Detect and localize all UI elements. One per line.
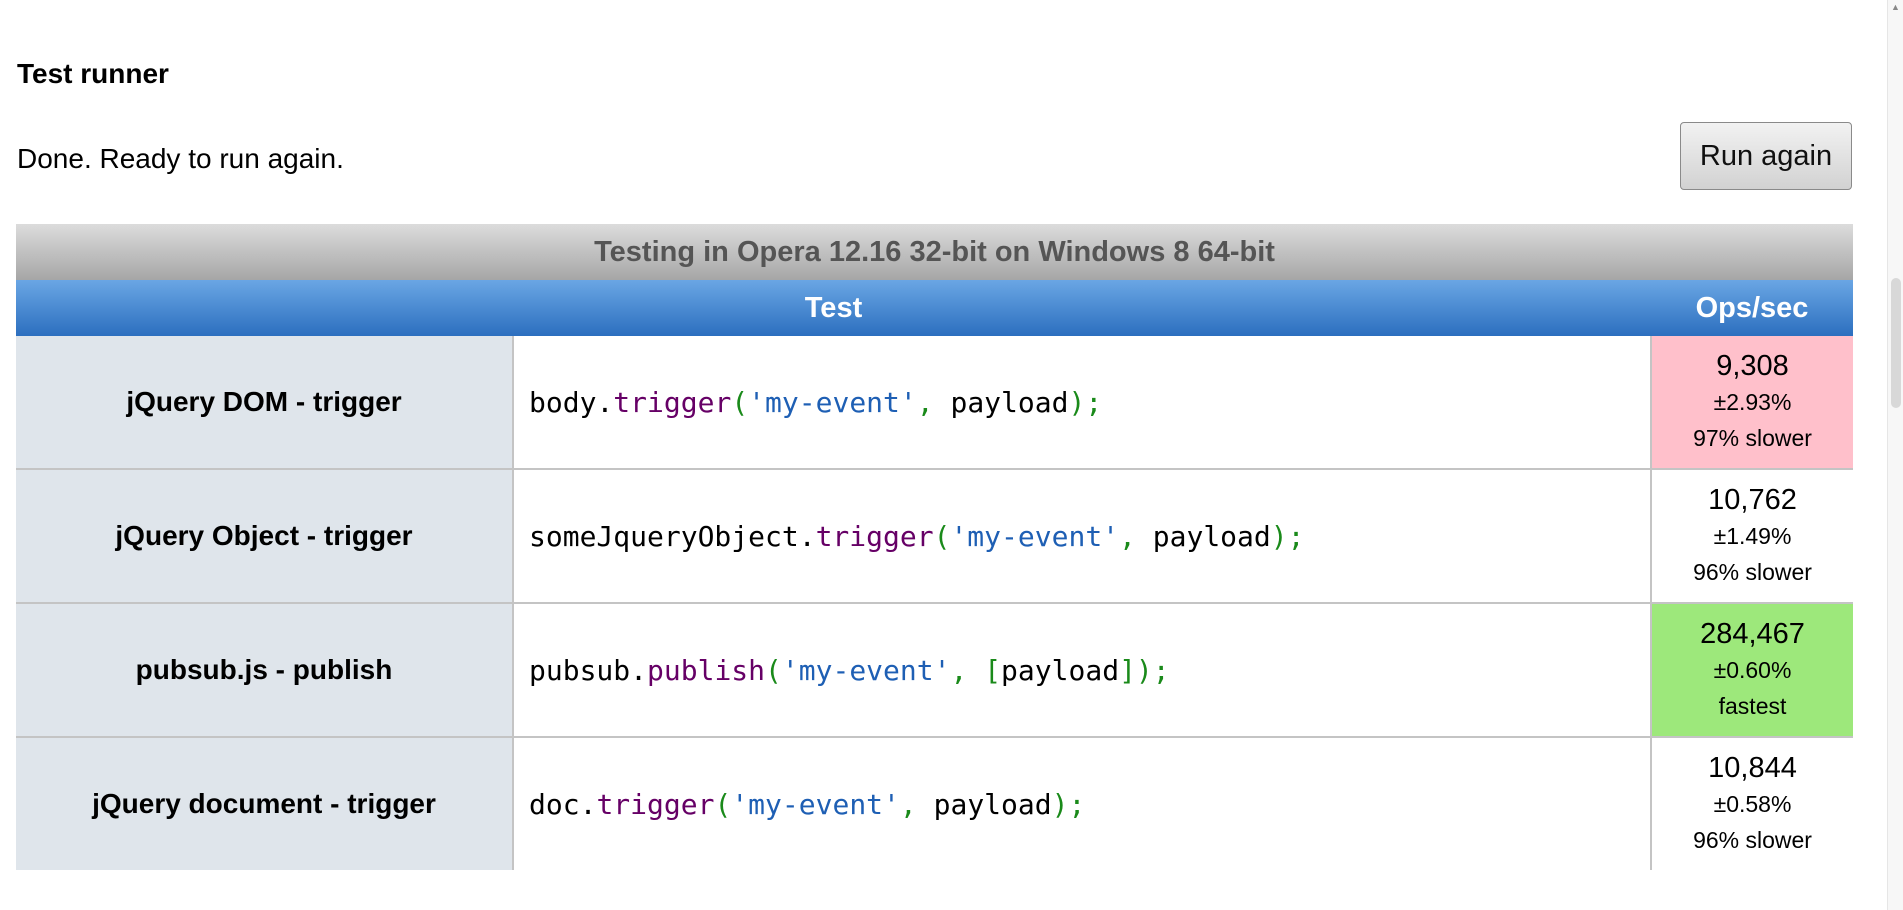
ops-value: 284,467 (1700, 618, 1805, 650)
code-token: , (916, 385, 951, 419)
ops-value: 10,844 (1708, 752, 1797, 784)
ops-error: ±0.58% (1713, 791, 1792, 817)
code-token: ); (1270, 519, 1305, 553)
code-token: publish (647, 653, 766, 687)
results-header-row: Test Ops/sec (16, 280, 1854, 336)
code-snippet: body.trigger('my-event', payload); (529, 386, 1102, 419)
code-token: body (529, 385, 597, 419)
ops-cell: 10,762 ±1.49% 96% slower (1651, 469, 1854, 604)
status-text: Done. Ready to run again. (17, 143, 344, 174)
code-token: 'my-event' (950, 519, 1120, 553)
code-token: , (899, 787, 934, 821)
code-token: pubsub (529, 653, 631, 687)
test-code: pubsub.publish('my-event', [payload]); (513, 603, 1652, 738)
code-token: trigger (596, 787, 715, 821)
code-token: . (579, 787, 597, 821)
results-caption: Testing in Opera 12.16 32-bit on Windows… (16, 224, 1854, 280)
test-code: doc.trigger('my-event', payload); (513, 737, 1652, 870)
code-token: someJqueryObject (529, 519, 799, 553)
code-token: ( (714, 787, 732, 821)
code-token: . (630, 653, 648, 687)
ops-value: 9,308 (1716, 350, 1789, 382)
code-snippet: someJqueryObject.trigger('my-event', pay… (529, 520, 1304, 553)
test-title: jQuery Object - trigger (16, 469, 514, 604)
ops-note: 97% slower (1693, 425, 1812, 451)
ops-note: 96% slower (1693, 559, 1812, 585)
code-token: , (950, 653, 985, 687)
ops-error: ±2.93% (1713, 389, 1792, 415)
result-row: jQuery DOM - trigger body.trigger('my-eve… (16, 336, 1854, 470)
code-token: ); (1068, 385, 1103, 419)
results-table-container: Testing in Opera 12.16 32-bit on Windows… (16, 224, 1854, 870)
code-token: 'my-event' (781, 653, 951, 687)
code-token: ( (765, 653, 782, 687)
ops-error: ±1.49% (1713, 523, 1792, 549)
page: Test runner Done. Ready to run again. Ru… (0, 0, 1903, 910)
test-code: body.trigger('my-event', payload); (513, 336, 1652, 470)
test-title: jQuery DOM - trigger (16, 336, 514, 470)
code-token: payload (1152, 519, 1271, 553)
ops-cell: 284,467 ±0.60% fastest (1651, 603, 1854, 738)
vertical-scrollbar[interactable]: ▲ (1887, 0, 1903, 910)
run-again-button[interactable]: Run again (1680, 122, 1852, 190)
code-token: , (1119, 519, 1153, 553)
column-header-ops: Ops/sec (1651, 280, 1854, 336)
code-token: ); (1051, 787, 1086, 821)
code-token: ( (933, 519, 951, 553)
code-token: . (798, 519, 816, 553)
code-token: payload (933, 787, 1052, 821)
test-title: pubsub.js - publish (16, 603, 514, 738)
code-snippet: doc.trigger('my-event', payload); (529, 788, 1085, 821)
page-heading: Test runner (17, 58, 169, 89)
test-code: someJqueryObject.trigger('my-event', pay… (513, 469, 1652, 604)
code-token: ( (731, 385, 749, 419)
result-rows: jQuery DOM - trigger body.trigger('my-eve… (16, 336, 1854, 870)
scrollbar-thumb[interactable] (1891, 278, 1901, 408)
ops-note: fastest (1718, 693, 1787, 719)
test-title: jQuery document - trigger (16, 737, 514, 870)
results-table: Testing in Opera 12.16 32-bit on Windows… (16, 224, 1854, 870)
column-header-test: Test (16, 280, 1651, 336)
code-token: . (596, 385, 614, 419)
code-token: payload (950, 385, 1069, 419)
code-token: [ (984, 653, 1002, 687)
code-token: payload (1001, 653, 1120, 687)
scroll-up-arrow-icon[interactable]: ▲ (1891, 2, 1900, 12)
result-row: jQuery Object - trigger someJqueryObject.… (16, 469, 1854, 604)
code-snippet: pubsub.publish('my-event', [payload]); (529, 654, 1170, 687)
code-token: doc (529, 787, 580, 821)
code-token: 'my-event' (748, 385, 917, 419)
code-token: 'my-event' (731, 787, 900, 821)
code-token: trigger (815, 519, 934, 553)
ops-cell: 10,844 ±0.58% 96% slower (1651, 737, 1853, 870)
ops-error: ±0.60% (1713, 657, 1792, 683)
code-token: trigger (613, 385, 732, 419)
results-caption-row: Testing in Opera 12.16 32-bit on Windows… (16, 224, 1854, 280)
code-token: ]); (1119, 653, 1170, 687)
ops-cell: 9,308 ±2.93% 97% slower (1651, 336, 1854, 470)
ops-value: 10,762 (1708, 484, 1797, 516)
result-row: jQuery document - trigger doc.trigger('my… (16, 737, 1853, 870)
result-row: pubsub.js - publish pubsub.publish('my-ev… (16, 603, 1854, 738)
ops-note: 96% slower (1693, 827, 1812, 853)
